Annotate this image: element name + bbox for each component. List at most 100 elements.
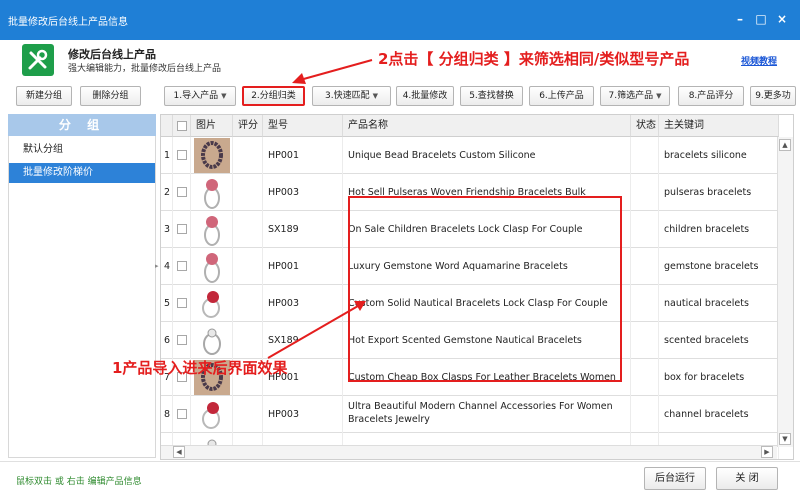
- header-subtitle: 强大编辑能力，批量修改后台线上产品: [68, 64, 222, 74]
- table-row[interactable]: 6 SX189 Hot Export Scented Gemstone Nautic…: [161, 322, 779, 359]
- new-group-button[interactable]: 新建分组: [16, 86, 72, 106]
- header-title: 修改后台线上产品: [68, 48, 156, 61]
- column-header-keyword[interactable]: 主关键词: [659, 115, 779, 137]
- product-image: [191, 137, 233, 174]
- quick-match-button[interactable]: 3.快速匹配 ▼: [312, 86, 391, 106]
- sidebar-item-batch-tier-price[interactable]: 批量修改阶梯价: [9, 163, 155, 183]
- video-tutorial-link[interactable]: 视频教程: [741, 54, 777, 67]
- keyword-cell: pulseras bracelets: [659, 174, 779, 211]
- model-cell: HP003: [263, 174, 343, 211]
- close-window-button[interactable]: ×: [773, 10, 791, 28]
- scroll-left-icon[interactable]: ◀: [173, 446, 185, 458]
- window-title: 批量修改后台线上产品信息: [8, 17, 128, 28]
- filter-products-label: 7.筛选产品: [608, 91, 654, 101]
- row-checkbox[interactable]: [177, 224, 187, 234]
- product-image: [191, 396, 233, 433]
- column-header-status[interactable]: 状态: [631, 115, 659, 137]
- score-cell: [233, 211, 263, 248]
- model-cell: SX189: [263, 322, 343, 359]
- upload-products-button[interactable]: 6.上传产品: [529, 86, 594, 106]
- row-select-cell: [173, 137, 191, 174]
- table-row[interactable]: 5 HP003 Custom Solid Nautical Bracelets Lo…: [161, 285, 779, 322]
- keyword-cell: channel bracelets: [659, 396, 779, 433]
- product-name-cell: Hot Export Scented Gemstone Nautical Bra…: [343, 322, 631, 359]
- table-row[interactable]: 4 HP001 Luxury Gemstone Word Aquamarine Br…: [161, 248, 779, 285]
- row-checkbox[interactable]: [177, 261, 187, 271]
- score-cell: [233, 322, 263, 359]
- close-button[interactable]: 关 闭: [716, 467, 778, 490]
- table-row[interactable]: 3 SX189 On Sale Children Bracelets Lock Cl…: [161, 211, 779, 248]
- group-classify-button[interactable]: 2.分组归类: [242, 86, 305, 106]
- minimize-button[interactable]: –: [731, 10, 749, 28]
- product-name-cell: Custom Solid Nautical Bracelets Lock Cla…: [343, 285, 631, 322]
- red-ring-thumbnail: [194, 286, 230, 321]
- product-name-cell: Hot Sell Pulseras Woven Friendship Brace…: [343, 174, 631, 211]
- annotation-step1: 1产品导入进来后界面效果: [112, 359, 288, 377]
- model-cell: HP003: [263, 285, 343, 322]
- scroll-right-icon[interactable]: ▶: [761, 446, 773, 458]
- column-header-product-name[interactable]: 产品名称: [343, 115, 631, 137]
- sidebar-item-default-group[interactable]: 默认分组: [9, 140, 155, 160]
- table-row[interactable]: 2 HP003 Hot Sell Pulseras Woven Friendship…: [161, 174, 779, 211]
- row-number: 2: [161, 174, 173, 211]
- row-select-cell: [173, 285, 191, 322]
- score-cell: [233, 248, 263, 285]
- pink-ring-thumbnail: [194, 212, 230, 247]
- column-header-score[interactable]: 评分: [233, 115, 263, 137]
- table-row[interactable]: 8 HP003 Ultra Beautiful Modern Channel Acc…: [161, 396, 779, 433]
- table-row[interactable]: 1 HP001 Unique Bead Bracelets Custom Silic…: [161, 137, 779, 174]
- row-number: 6: [161, 322, 173, 359]
- batch-modify-button[interactable]: 4.批量修改: [396, 86, 454, 106]
- splitter-handle[interactable]: ▸: [155, 262, 159, 270]
- find-replace-button[interactable]: 5.查找替换: [460, 86, 523, 106]
- score-cell: [233, 285, 263, 322]
- column-header-image[interactable]: 图片: [191, 115, 233, 137]
- row-number: 1: [161, 137, 173, 174]
- row-select-cell: [173, 322, 191, 359]
- maximize-button[interactable]: □: [752, 10, 770, 28]
- row-number: 8: [161, 396, 173, 433]
- chevron-down-icon: ▼: [221, 92, 227, 100]
- status-cell: [631, 174, 659, 211]
- vertical-scrollbar[interactable]: ▲ ▼: [777, 137, 793, 447]
- product-image: [191, 248, 233, 285]
- horizontal-scrollbar[interactable]: ◀ ▶: [161, 445, 777, 459]
- row-checkbox[interactable]: [177, 187, 187, 197]
- model-cell: SX189: [263, 211, 343, 248]
- row-checkbox[interactable]: [177, 150, 187, 160]
- status-cell: [631, 322, 659, 359]
- filter-products-button[interactable]: 7.筛选产品 ▼: [600, 86, 670, 106]
- product-score-button[interactable]: 8.产品评分: [678, 86, 744, 106]
- scroll-up-icon[interactable]: ▲: [779, 139, 791, 151]
- chevron-down-icon: ▼: [656, 92, 662, 100]
- scroll-down-icon[interactable]: ▼: [779, 433, 791, 445]
- annotation-step2: 2点击【 分组归类 】来筛选相同/类似型号产品: [378, 50, 690, 68]
- select-all-checkbox[interactable]: [177, 121, 187, 131]
- status-cell: [631, 396, 659, 433]
- run-backend-button[interactable]: 后台运行: [644, 467, 706, 490]
- quick-match-label: 3.快速匹配: [325, 91, 370, 101]
- row-select-cell: [173, 211, 191, 248]
- row-checkbox[interactable]: [177, 409, 187, 419]
- chevron-down-icon: ▼: [372, 92, 378, 100]
- product-name-cell: Ultra Beautiful Modern Channel Accessori…: [343, 396, 631, 433]
- model-cell: HP001: [263, 137, 343, 174]
- keyword-cell: bracelets silicone: [659, 137, 779, 174]
- row-select-cell: [173, 396, 191, 433]
- status-hint: 鼠标双击 或 右击 编辑产品信息: [16, 477, 142, 487]
- keyword-cell: box for bracelets: [659, 359, 779, 396]
- more-button[interactable]: 9.更多功: [750, 86, 796, 106]
- product-name-cell: Luxury Gemstone Word Aquamarine Bracelet…: [343, 248, 631, 285]
- import-products-button[interactable]: 1.导入产品 ▼: [164, 86, 236, 106]
- score-cell: [233, 137, 263, 174]
- product-name-cell: Custom Cheap Box Clasps For Leather Brac…: [343, 359, 631, 396]
- column-header-model[interactable]: 型号: [263, 115, 343, 137]
- bead-bracelet-thumbnail: [194, 138, 230, 173]
- model-cell: HP003: [263, 396, 343, 433]
- product-image: [191, 174, 233, 211]
- row-checkbox[interactable]: [177, 298, 187, 308]
- delete-group-button[interactable]: 删除分组: [80, 86, 141, 106]
- row-checkbox[interactable]: [177, 335, 187, 345]
- product-name-cell: On Sale Children Bracelets Lock Clasp Fo…: [343, 211, 631, 248]
- row-select-cell: [173, 174, 191, 211]
